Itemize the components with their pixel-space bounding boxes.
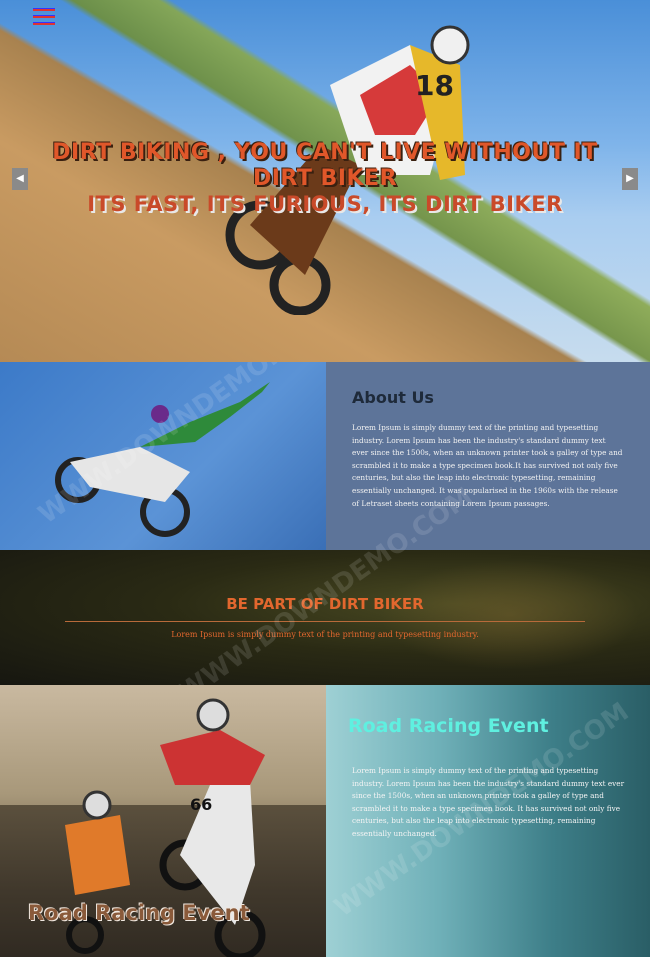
race-panel: Road Racing Event Lorem Ipsum is simply … (326, 685, 650, 957)
carousel-next-button[interactable]: ▶ (622, 168, 638, 190)
divider (65, 621, 585, 622)
hero-title-line2: DIRT BIKER (252, 166, 398, 191)
race-title: Road Racing Event (348, 715, 549, 737)
hero-title-line1: DIRT BIKING , YOU CAN'T LIVE WITHOUT IT (52, 140, 598, 165)
about-image: WWW.DOWNDEMO.COM (0, 362, 326, 550)
about-title: About Us (352, 388, 434, 407)
race-image: 66 Road Racing Event (0, 685, 326, 957)
hero-title: DIRT BIKING , YOU CAN'T LIVE WITHOUT IT … (0, 140, 650, 192)
svg-text:66: 66 (190, 795, 212, 814)
freestyle-rider-illustration (55, 382, 270, 537)
background-blur (380, 560, 640, 670)
be-part-section: BE PART OF DIRT BIKER Lorem Ipsum is sim… (0, 482, 650, 708)
hero-subtitle: ITS FAST, ITS FURIOUS, ITS DIRT BIKER (87, 192, 563, 216)
race-image-title: Road Racing Event (28, 901, 250, 925)
about-panel: About Us Lorem Ipsum is simply dummy tex… (326, 362, 650, 564)
about-text: Lorem Ipsum is simply dummy text of the … (352, 423, 623, 508)
hero-banner: 18 DIRT BIKING , YOU CAN'T LIVE WITHOUT … (0, 0, 650, 362)
menu-hamburger-icon[interactable] (33, 8, 55, 26)
svg-text:18: 18 (415, 69, 454, 102)
be-part-title: BE PART OF DIRT BIKER (226, 595, 424, 613)
carousel-prev-button[interactable]: ◀ (12, 168, 28, 190)
be-part-text: Lorem Ipsum is simply dummy text of the … (171, 630, 479, 639)
race-text: Lorem Ipsum is simply dummy text of the … (352, 766, 625, 838)
